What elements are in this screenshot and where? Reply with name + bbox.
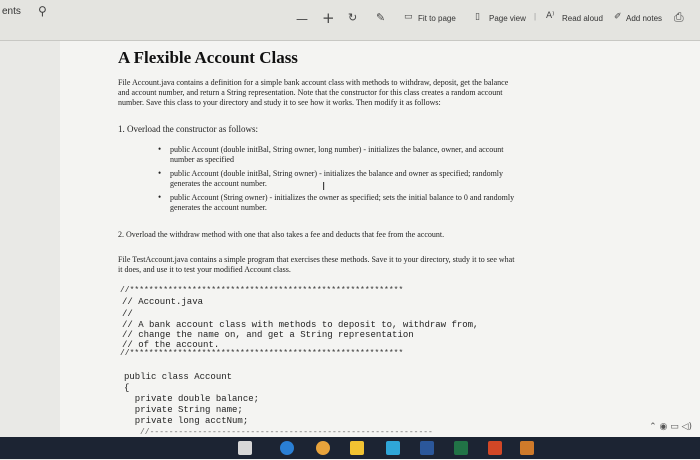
app-icon[interactable] <box>386 441 400 455</box>
chrome-icon[interactable] <box>316 441 330 455</box>
left-margin <box>0 40 60 460</box>
toolbar-divider: | <box>534 12 537 21</box>
system-tray: ⌃ ◉ ▭ ◁) <box>649 422 692 432</box>
draw-icon[interactable]: ✎ <box>376 11 385 24</box>
bullet-1-line-1: public Account (double initBal, String o… <box>170 145 504 154</box>
fit-to-page-button[interactable]: Fit to page <box>418 14 456 23</box>
bullet-icon: • <box>158 192 162 202</box>
word-icon[interactable] <box>420 441 434 455</box>
test-line-2: it does, and use it to test your modifie… <box>118 265 291 274</box>
bullet-icon: • <box>158 144 162 154</box>
bullet-1-line-2: number as specified <box>170 155 234 164</box>
reader-toolbar: ents ⚲ — + ↻ ✎ ▭ Fit to page ▯ Page view… <box>0 0 700 41</box>
file-explorer-icon[interactable] <box>238 441 252 455</box>
code-line: private double balance; <box>124 394 260 404</box>
excel-icon[interactable] <box>454 441 468 455</box>
code-line: // Account.java <box>122 297 204 307</box>
bullet-2-line-1: public Account (double initBal, String o… <box>170 169 504 178</box>
edge-icon[interactable] <box>280 441 294 455</box>
powerpoint-icon[interactable] <box>488 441 502 455</box>
code-comment-border: //**************************************… <box>120 349 404 358</box>
bullet-2-line-2: generates the account number. <box>170 179 267 188</box>
code-line: { <box>124 383 130 393</box>
bullet-3-line-2: generates the account number. <box>170 203 267 212</box>
add-notes-button[interactable]: Add notes <box>626 14 662 23</box>
store-icon[interactable] <box>350 441 364 455</box>
code-line: private long acctNum; <box>124 416 249 426</box>
fit-page-icon[interactable]: ▭ <box>404 12 413 22</box>
zoom-out-button[interactable]: — <box>296 12 308 26</box>
add-notes-icon[interactable]: ✐ <box>614 12 622 22</box>
intro-line-2: and account number, and return a String … <box>118 88 503 97</box>
read-aloud-icon[interactable]: A⁾ <box>546 11 554 21</box>
search-icon[interactable]: ⚲ <box>38 4 47 18</box>
list-item-2: 2. Overload the withdraw method with one… <box>118 230 445 239</box>
list-item-1: 1. Overload the constructor as follows: <box>118 124 258 134</box>
rotate-icon[interactable]: ↻ <box>348 11 357 24</box>
java-icon[interactable] <box>520 441 534 455</box>
intro-line-1: File Account.java contains a definition … <box>118 78 509 87</box>
page-view-button[interactable]: Page view <box>489 14 526 23</box>
code-comment-border: //**************************************… <box>120 286 404 295</box>
test-line-1: File TestAccount.java contains a simple … <box>118 255 515 264</box>
code-separator: //--------------------------------------… <box>140 428 433 437</box>
bullet-3-line-1: public Account (String owner) - initiali… <box>170 193 515 202</box>
zoom-in-button[interactable]: + <box>322 9 335 27</box>
code-line: public class Account <box>124 372 233 382</box>
page-title: A Flexible Account Class <box>118 48 298 67</box>
code-line: private String name; <box>124 405 243 415</box>
read-aloud-button[interactable]: Read aloud <box>562 14 603 23</box>
bullet-icon: • <box>158 168 162 178</box>
tab-label[interactable]: ents <box>2 6 21 17</box>
code-line: // <box>122 309 133 319</box>
print-icon[interactable]: ⎙ <box>674 10 684 25</box>
page-view-icon[interactable]: ▯ <box>475 12 480 22</box>
intro-line-3: number. Save this class to your director… <box>118 98 441 107</box>
text-cursor-icon: I <box>322 180 326 193</box>
